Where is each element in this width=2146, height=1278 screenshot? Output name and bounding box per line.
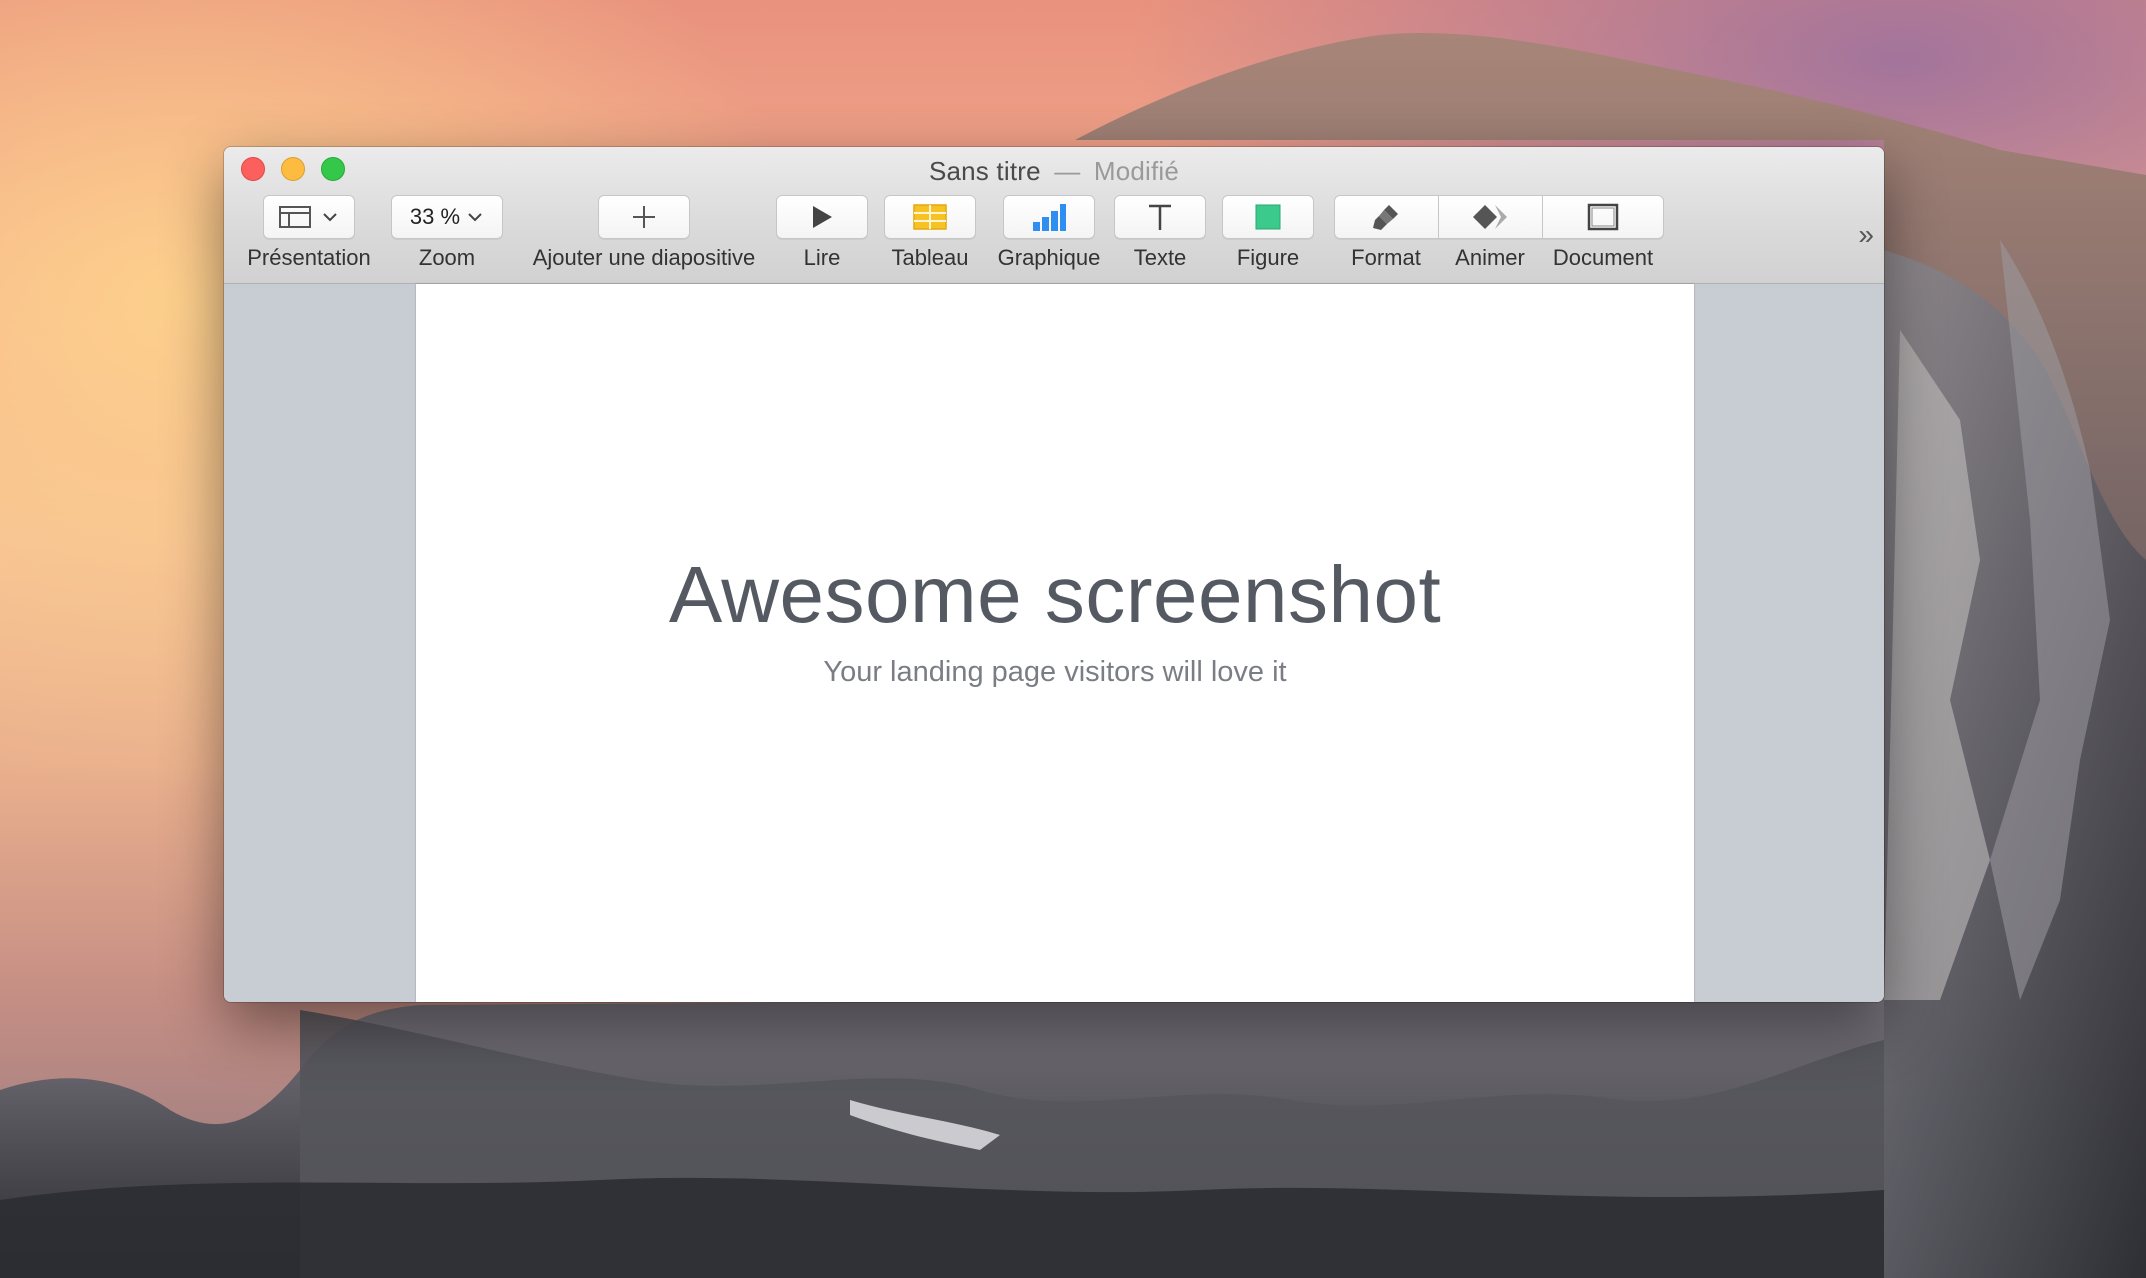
animate-button[interactable] [1438,195,1542,239]
table-icon [913,204,947,230]
slide-subtitle[interactable]: Your landing page visitors will love it [416,656,1694,689]
square-shape-icon [1255,204,1281,230]
zoom-label: Zoom [418,245,476,270]
bar-chart-icon [1033,204,1066,231]
text-t-icon [1149,204,1171,230]
document-button[interactable] [1542,195,1664,239]
window-title: Sans titre — Modifié [224,156,1884,187]
sidebar-layout-icon [279,206,311,228]
text-label: Texte [1133,245,1187,270]
inspector-labels: Format Animer Document [1334,239,1664,271]
document-name: Sans titre [928,156,1041,186]
shape-label: Figure [1236,245,1300,270]
table-button[interactable] [884,195,976,239]
text-tool: Texte [1114,195,1206,271]
play-label: Lire [803,245,841,270]
play-icon [813,206,832,228]
document-label: Document [1552,245,1654,270]
slide-title[interactable]: Awesome screenshot [416,549,1694,641]
format-button[interactable] [1334,195,1438,239]
shape-tool: Figure [1222,195,1314,271]
modified-status: Modifié [1093,156,1180,186]
animate-label: Animer [1455,245,1525,270]
zoom-tool: 33 % Zoom [390,195,504,271]
add-slide-button[interactable] [598,195,690,239]
inspector-tools: Format Animer Document [1334,195,1664,271]
chevron-down-icon [468,213,482,222]
slide[interactable]: Awesome screenshot Your landing page vis… [416,284,1694,1002]
play-tool: Lire [776,195,868,271]
table-label: Tableau [891,245,969,270]
add-slide-tool: Ajouter une diapositive [518,195,770,271]
chart-tool: Graphique [994,195,1104,271]
shape-button[interactable] [1222,195,1314,239]
toolbar-overflow-button[interactable]: » [1858,219,1873,251]
paintbrush-icon [1372,205,1398,230]
document-frame-icon [1587,203,1619,231]
inspector-segmented-control [1334,195,1664,239]
format-label: Format [1351,245,1421,270]
keynote-window: Sans titre — Modifié Présentation 33 % Z… [224,147,1884,1002]
presentation-button[interactable] [263,195,355,239]
toolbar: Présentation 33 % Zoom Ajouter une diapo… [224,195,1884,280]
title-separator: — [1054,156,1081,186]
table-tool: Tableau [884,195,976,271]
zoom-select[interactable]: 33 % [391,195,503,239]
slide-canvas: Awesome screenshot Your landing page vis… [224,284,1884,1002]
plus-icon [633,206,655,228]
presentation-tool: Présentation [238,195,380,271]
text-button[interactable] [1114,195,1206,239]
chart-label: Graphique [997,245,1101,270]
title-bar[interactable]: Sans titre — Modifié Présentation 33 % Z… [224,147,1884,284]
play-button[interactable] [776,195,868,239]
zoom-value: 33 % [409,204,461,229]
chart-button[interactable] [1003,195,1095,239]
add-slide-label: Ajouter une diapositive [532,245,756,270]
chevron-down-icon [323,213,337,222]
diamond-animate-icon [1472,205,1507,229]
presentation-label: Présentation [247,245,371,270]
